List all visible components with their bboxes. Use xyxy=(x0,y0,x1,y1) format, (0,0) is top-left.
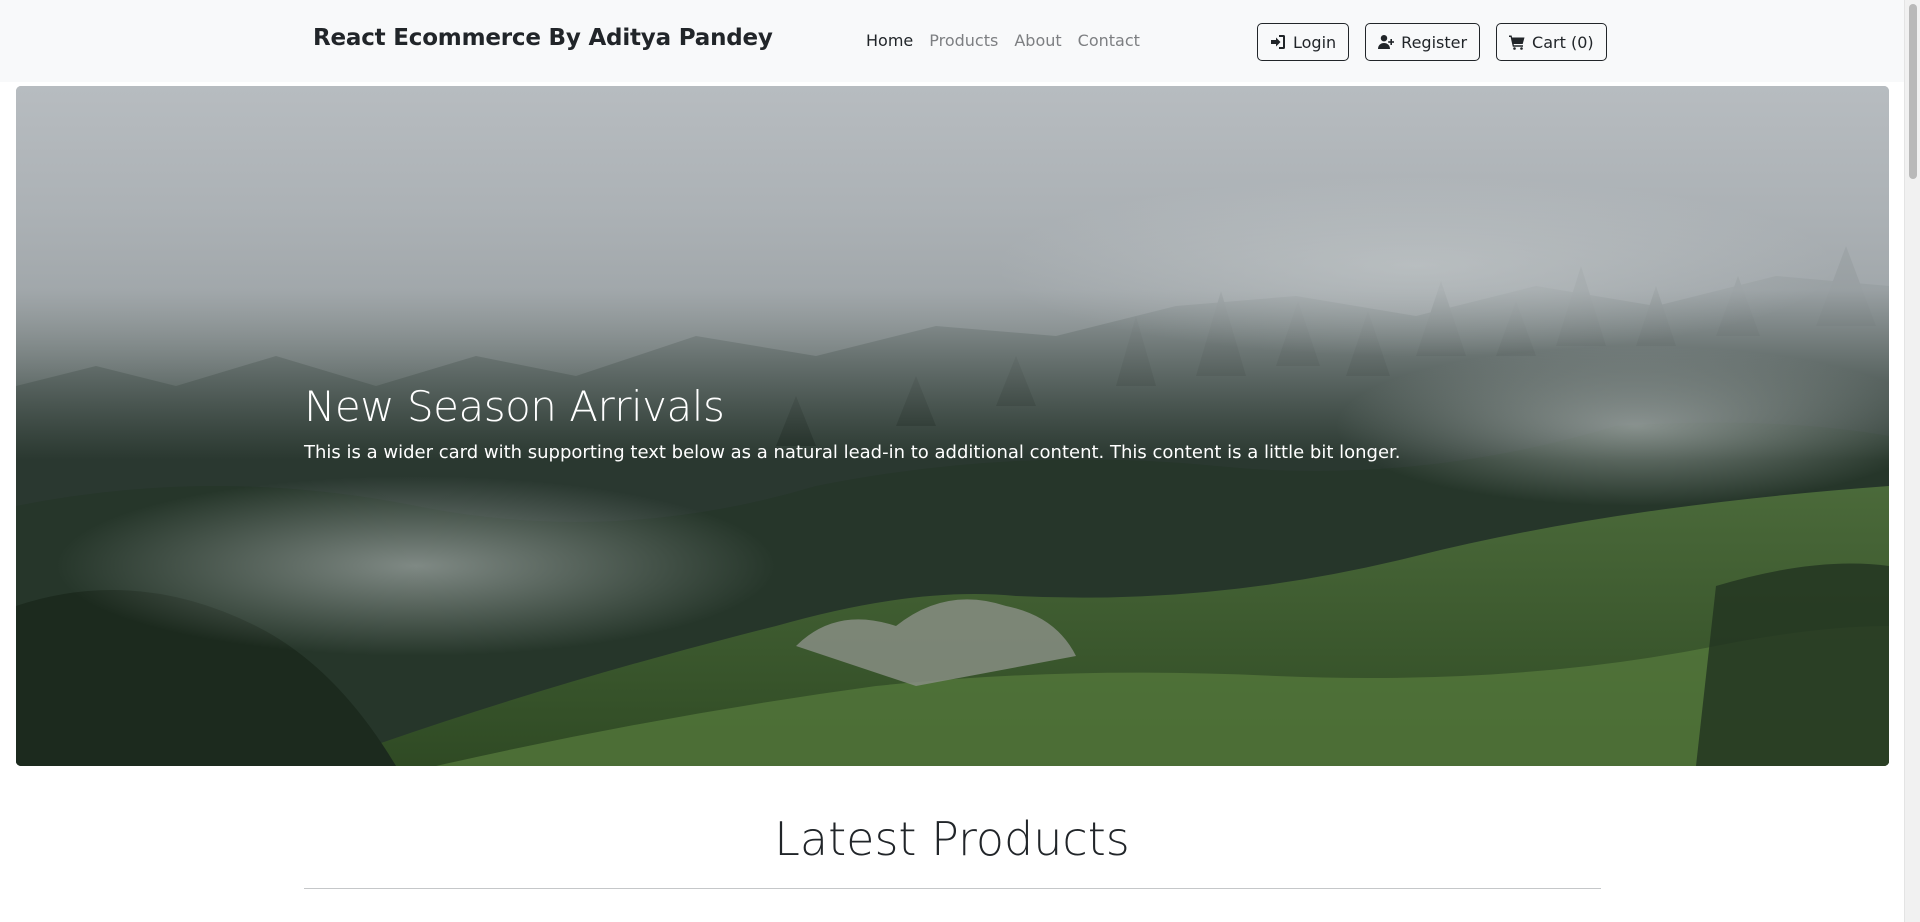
cart-label: Cart (0) xyxy=(1532,32,1594,52)
page: React Ecommerce By Aditya Pandey Home Pr… xyxy=(0,0,1920,922)
page-scrollbar[interactable] xyxy=(1904,0,1920,922)
nav-link-products[interactable]: Products xyxy=(929,31,998,50)
scrollbar-thumb[interactable] xyxy=(1909,4,1917,179)
hero-background-image xyxy=(16,86,1889,766)
login-button[interactable]: Login xyxy=(1257,23,1350,61)
brand-logo[interactable]: React Ecommerce By Aditya Pandey xyxy=(313,25,773,51)
nav-buttons: Login Register Cart (0) xyxy=(1257,23,1607,61)
latest-products-heading: Latest Products xyxy=(774,812,1130,866)
nav-link-home[interactable]: Home xyxy=(866,31,913,50)
navbar: React Ecommerce By Aditya Pandey Home Pr… xyxy=(0,0,1904,82)
user-plus-icon xyxy=(1378,34,1395,50)
hero-title: New Season Arrivals xyxy=(304,382,725,431)
cart-button[interactable]: Cart (0) xyxy=(1496,23,1607,61)
section-divider xyxy=(304,888,1601,889)
nav-links: Home Products About Contact xyxy=(866,31,1140,50)
hero-text: This is a wider card with supporting tex… xyxy=(304,442,1401,463)
hero-banner: New Season Arrivals This is a wider card… xyxy=(16,86,1889,766)
nav-link-contact[interactable]: Contact xyxy=(1078,31,1140,50)
shopping-cart-icon xyxy=(1509,34,1525,50)
login-label: Login xyxy=(1293,32,1337,52)
register-button[interactable]: Register xyxy=(1365,23,1481,61)
nav-link-about[interactable]: About xyxy=(1014,31,1061,50)
register-label: Register xyxy=(1401,32,1468,52)
sign-in-icon xyxy=(1270,34,1286,50)
